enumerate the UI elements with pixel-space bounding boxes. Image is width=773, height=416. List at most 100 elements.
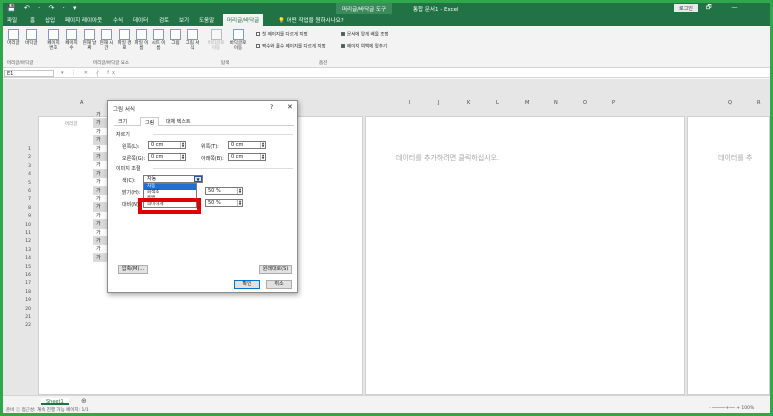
reset-button[interactable]: 원래대로(S) [259,265,292,274]
tab-header-footer[interactable]: 머리글/바닥글 [223,14,264,26]
click-to-add-data-hint[interactable]: 데이터를 추가하려면 클릭하십시오. [396,153,499,163]
checkbox[interactable] [256,44,260,48]
tab-file[interactable]: 파일 [7,16,17,24]
row-header[interactable]: 16 [15,273,31,278]
row-header[interactable]: 15 [15,265,31,270]
goto-footer-button[interactable]: 바닥글로 이동 [228,29,248,51]
header-button[interactable]: 머리글 [5,29,22,46]
tell-me-search[interactable]: 💡 어떤 작업을 원하시나요? [278,16,344,24]
spinner-arrows-icon[interactable]: ▲ ▼ [237,188,242,194]
brightness-input[interactable]: 50 % ▲ ▼ [205,187,243,195]
column-header[interactable]: O [583,100,587,106]
format-picture-button[interactable]: 그림 서식 [184,29,201,51]
signin-button[interactable]: 로그인 [674,4,698,12]
page-count-button[interactable]: 페이지 수 [63,29,80,51]
format-picture-icon [187,29,198,40]
option-scale-with-document[interactable]: 문서에 맞게 배율 조정 [341,32,389,39]
tab-help[interactable]: 도움말 [199,16,214,24]
row-header[interactable]: 2 [15,155,31,160]
help-icon[interactable]: ? [270,104,273,111]
column-header[interactable]: I [409,100,410,106]
name-box[interactable]: E1 [4,70,54,77]
row-header[interactable]: 1 [15,147,31,152]
column-header[interactable]: N [554,100,558,106]
tab-data[interactable]: 데이터 [133,16,148,24]
chevron-down-icon[interactable]: ▼ [194,176,202,182]
current-time-button[interactable]: 현재 시간 [98,29,115,51]
checkbox[interactable] [256,32,260,36]
tab-review[interactable]: 검토 [159,16,169,24]
row-header[interactable]: 17 [15,281,31,286]
goto-header-button[interactable]: 머리글로 이동 [206,29,226,51]
close-icon[interactable]: ✕ [287,103,293,111]
row-header[interactable]: 14 [15,256,31,261]
sheet-name-button[interactable]: 시트 이름 [150,29,167,51]
compress-button[interactable]: 압축(M)... [118,265,148,274]
column-header[interactable]: L [496,100,499,106]
row-header[interactable]: 7 [15,197,31,202]
tab-view[interactable]: 보기 [179,16,189,24]
crop-right-input[interactable]: 0 cm ▲ ▼ [148,153,186,161]
crop-bottom-input[interactable]: 0 cm ▲ ▼ [228,153,266,161]
tab-home[interactable]: 홈 [30,16,35,24]
click-to-add-data-hint[interactable]: 데이터를 추 [718,153,752,163]
checkbox-checked[interactable] [341,32,345,36]
tab-insert[interactable]: 삽입 [45,16,55,24]
row-header[interactable]: 21 [15,315,31,320]
quick-access-toolbar[interactable]: 💾 ↶ · ↷ · ▾ [7,4,80,12]
row-header[interactable]: 18 [15,290,31,295]
sheet-tab[interactable]: Sheet1 [41,398,69,405]
column-header[interactable]: M [525,100,529,106]
header-icon [8,29,19,40]
row-header[interactable]: 10 [15,223,31,228]
column-header[interactable]: P [612,100,615,106]
column-header[interactable]: R [757,100,760,106]
row-header[interactable]: 22 [15,323,31,328]
file-name-button[interactable]: 파일 이름 [133,29,150,51]
tab-formulas[interactable]: 수식 [113,16,123,24]
row-header[interactable]: 6 [15,189,31,194]
crop-top-input[interactable]: 0 cm ▲ ▼ [228,141,266,149]
row-header[interactable]: 9 [15,214,31,219]
footer-button[interactable]: 바닥글 [23,29,40,46]
contrast-input[interactable]: 50 % ▲ ▼ [205,199,243,207]
page-number-button[interactable]: 페이지 번호 [45,29,62,51]
add-sheet-icon[interactable]: ⊕ [81,397,87,405]
file-path-button[interactable]: 파일 경로 [116,29,133,51]
row-header[interactable]: 8 [15,206,31,211]
column-header[interactable]: Q [728,100,732,106]
zoom-slider[interactable]: - ─────+── + 100% [709,406,754,411]
column-header[interactable]: K [467,100,470,106]
ok-button[interactable]: 확인 [234,280,260,289]
option-different-first-page[interactable]: 첫 페이지를 다르게 지정 [256,32,308,39]
tab-page-layout[interactable]: 페이지 레이아웃 [65,16,102,24]
row-header[interactable]: 13 [15,248,31,253]
current-date-button[interactable]: 현재 날짜 [81,29,98,51]
row-header[interactable]: 19 [15,298,31,303]
picture-button[interactable]: 그림 [167,29,184,46]
row-header[interactable]: 3 [15,164,31,169]
crop-left-input[interactable]: 0 cm ▲ ▼ [148,141,186,149]
goto-header-icon [210,29,222,40]
tab-size[interactable]: 크기 [118,118,127,125]
cancel-button[interactable]: 취소 [266,280,292,289]
row-header[interactable]: 5 [15,181,31,186]
spinner-arrows-icon[interactable]: ▲ ▼ [180,142,185,148]
tab-alt-text[interactable]: 대체 텍스트 [166,118,191,125]
tab-picture[interactable]: 그림 [140,117,160,126]
row-header[interactable]: 11 [15,231,31,236]
option-align-with-margins[interactable]: 페이지 여백에 맞추기 [341,44,387,51]
spinner-arrows-icon[interactable]: ▲ ▼ [260,154,265,160]
spinner-arrows-icon[interactable]: ▲ ▼ [180,154,185,160]
row-header[interactable]: 12 [15,239,31,244]
option-different-odd-even[interactable]: 짝수와 홀수 페이지를 다르게 지정 [256,44,326,51]
column-header[interactable]: J [438,100,439,106]
row-header[interactable]: 4 [15,172,31,177]
formula-input[interactable] [97,70,767,77]
spinner-arrows-icon[interactable]: ▲ ▼ [260,142,265,148]
row-header[interactable]: 20 [15,307,31,312]
color-dropdown[interactable]: 자동 ▼ [143,175,203,183]
column-header[interactable]: A [80,100,83,106]
checkbox-checked[interactable] [341,44,345,48]
spinner-arrows-icon[interactable]: ▲ ▼ [237,200,242,206]
